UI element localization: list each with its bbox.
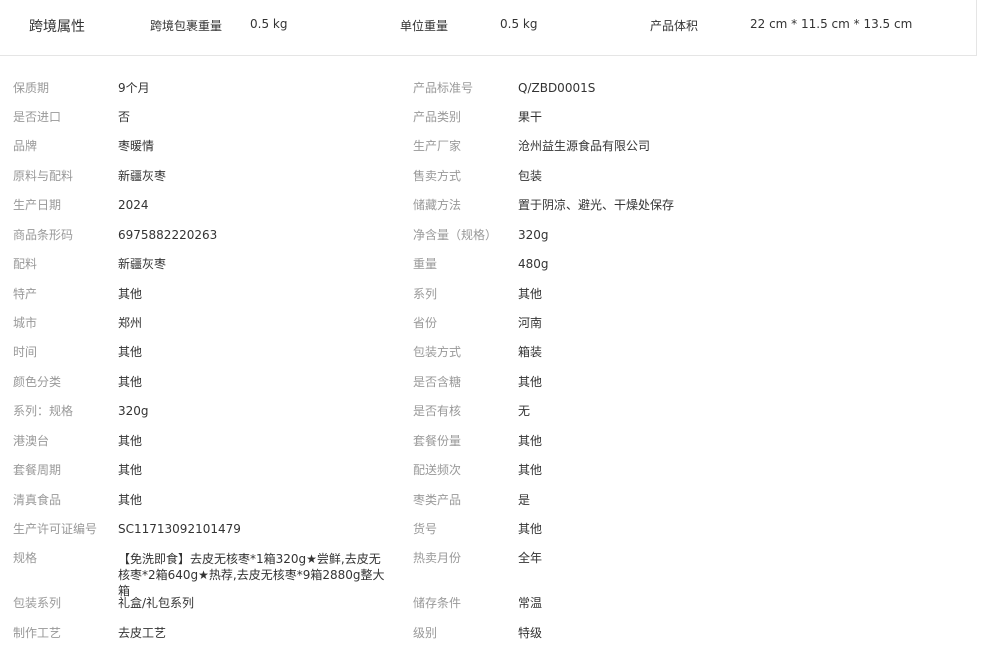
attr-value-left: 320g	[118, 404, 149, 418]
attr-value-left: 其他	[118, 345, 143, 359]
attr-label-left: 品牌	[13, 139, 38, 153]
package-weight-value: 0.5 kg	[250, 17, 288, 31]
attr-label-right: 级别	[413, 626, 438, 640]
attr-label-left: 配料	[13, 257, 38, 271]
attr-value-right: 其他	[518, 434, 543, 448]
attr-value-left: 否	[118, 110, 131, 124]
attr-label-right: 生产厂家	[413, 139, 462, 153]
attr-label-left: 系列：规格	[13, 404, 74, 418]
attr-value-left: 2024	[118, 198, 149, 212]
attr-label-right: 是否含糖	[413, 375, 462, 389]
attr-value-left: 6975882220263	[118, 228, 218, 242]
attr-label-right: 产品类别	[413, 110, 462, 124]
cross-border-section: 跨境属性 跨境包裹重量 0.5 kg 单位重量 0.5 kg 产品体积 22 c…	[0, 0, 977, 56]
attr-value-right: 特级	[518, 626, 543, 640]
attr-value-left: 新疆灰枣	[118, 169, 167, 183]
attr-label-right: 省份	[413, 316, 438, 330]
attr-value-left: 其他	[118, 375, 143, 389]
attr-value-right: 其他	[518, 375, 543, 389]
attr-label-right: 枣类产品	[413, 493, 462, 507]
attr-value-left: 【免洗即食】去皮无核枣*1箱320g★尝鲜,去皮无核枣*2箱640g★热荐,去皮…	[118, 552, 385, 598]
attr-label-left: 城市	[13, 316, 38, 330]
attr-label-left: 是否进口	[13, 110, 62, 124]
attr-value-right: 河南	[518, 316, 543, 330]
attr-label-right: 配送频次	[413, 463, 462, 477]
attr-label-right: 产品标准号	[413, 81, 474, 95]
attr-value-right: 其他	[518, 287, 543, 301]
attr-label-right: 净含量（规格）	[413, 228, 498, 242]
unit-weight-value: 0.5 kg	[500, 17, 538, 31]
attr-label-right: 储藏方法	[413, 198, 462, 212]
attr-value-right: 沧州益生源食品有限公司	[518, 139, 651, 153]
attr-value-left: 枣暖情	[118, 139, 155, 153]
attr-value-left: 去皮工艺	[118, 626, 167, 640]
attr-label-right: 重量	[413, 257, 438, 271]
attr-value-right: 箱装	[518, 345, 543, 359]
product-attributes-table: 保质期 9个月 是否进口否品牌 枣暖情 原料与配料 新疆灰枣 生产日期 2024 商品条形码 69…	[0, 58, 977, 647]
attr-value-right: 是	[518, 493, 531, 507]
attr-value-right: 包装	[518, 169, 543, 183]
attr-label-left: 规格	[13, 551, 38, 565]
attr-value-left: 礼盒/礼包系列	[118, 596, 195, 610]
attr-value-left: 9个月	[118, 81, 150, 95]
attr-value-left: 其他	[118, 287, 143, 301]
attr-label-left: 特产	[13, 287, 38, 301]
attr-value-right: 320g	[518, 228, 549, 242]
attr-label-left: 保质期	[13, 81, 50, 95]
attr-label-right: 货号	[413, 522, 438, 536]
attr-label-right: 是否有核	[413, 404, 462, 418]
attr-value-right: 置于阴凉、避光、干燥处保存	[518, 198, 675, 212]
package-weight-label: 跨境包裹重量	[150, 19, 223, 33]
attr-value-left: 郑州	[118, 316, 143, 330]
attr-value-left: SC11713092101479	[118, 522, 241, 536]
cross-border-title: 跨境属性	[29, 19, 85, 35]
unit-weight-label: 单位重量	[400, 19, 449, 33]
attr-value-right: 常温	[518, 596, 543, 610]
attr-value-left: 新疆灰枣	[118, 257, 167, 271]
attr-value-right: 其他	[518, 463, 543, 477]
attr-label-right: 热卖月份	[413, 551, 462, 565]
attr-label-left: 套餐周期	[13, 463, 62, 477]
volume-value: 22 cm * 11.5 cm * 13.5 cm	[750, 17, 913, 31]
attr-value-left: 其他	[118, 434, 143, 448]
attr-value-right: 其他	[518, 522, 543, 536]
attr-label-right: 套餐份量	[413, 434, 462, 448]
attr-label-right: 储存条件	[413, 596, 462, 610]
attr-label-left: 港澳台	[13, 434, 50, 448]
attr-label-right: 售卖方式	[413, 169, 462, 183]
attr-value-left: 其他	[118, 463, 143, 477]
attr-label-left: 生产日期	[13, 198, 62, 212]
attr-label-right: 包装方式	[413, 345, 462, 359]
attr-value-right: Q/ZBD0001S	[518, 81, 596, 95]
attr-value-right: 果干	[518, 110, 543, 124]
attr-value-left: 其他	[118, 493, 143, 507]
attr-label-left: 原料与配料	[13, 169, 74, 183]
attr-value-right: 全年	[518, 551, 543, 565]
attr-value-right: 无	[518, 404, 531, 418]
attr-value-right: 480g	[518, 257, 549, 271]
attr-label-left: 商品条形码	[13, 228, 74, 242]
attr-label-left: 生产许可证编号	[13, 522, 98, 536]
volume-label: 产品体积	[650, 19, 699, 33]
attr-label-right: 系列	[413, 287, 438, 301]
attr-label-left: 颜色分类	[13, 375, 62, 389]
attr-label-left: 制作工艺	[13, 626, 62, 640]
attr-label-left: 包装系列	[13, 596, 62, 610]
attr-label-left: 时间	[13, 345, 38, 359]
attr-label-left: 清真食品	[13, 493, 62, 507]
